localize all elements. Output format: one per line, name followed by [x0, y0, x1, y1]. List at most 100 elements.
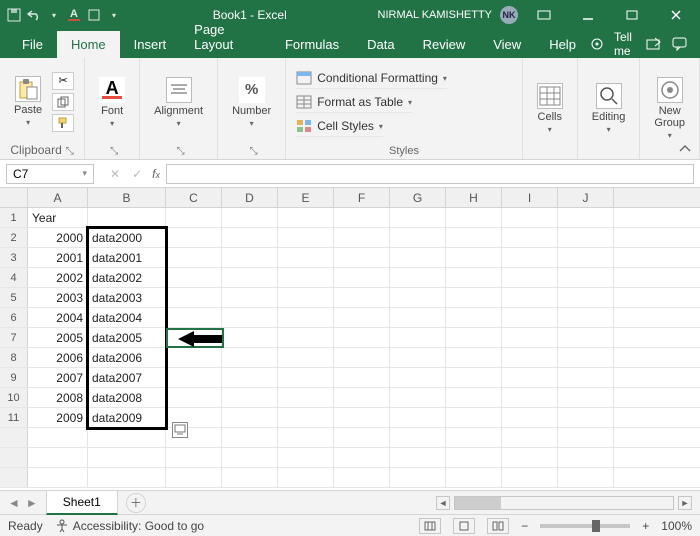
cell[interactable]: [166, 208, 222, 227]
view-page-break-icon[interactable]: [487, 518, 509, 534]
cell[interactable]: [558, 388, 614, 407]
cell[interactable]: [278, 388, 334, 407]
qat-more-icon[interactable]: ▾: [106, 7, 122, 23]
col-header-C[interactable]: C: [166, 188, 222, 207]
cell[interactable]: 2002: [28, 268, 88, 287]
cell[interactable]: [502, 308, 558, 327]
number-button[interactable]: % Number ▾: [228, 75, 275, 130]
cell[interactable]: [558, 308, 614, 327]
comments-icon[interactable]: [672, 37, 688, 51]
sheet-nav-prev-icon[interactable]: ◄: [8, 496, 20, 510]
tab-data[interactable]: Data: [353, 31, 408, 58]
view-normal-icon[interactable]: [419, 518, 441, 534]
cell[interactable]: [446, 248, 502, 267]
hscroll-thumb[interactable]: [455, 497, 501, 509]
cells-button[interactable]: Cells ▾: [533, 81, 567, 136]
maximize-icon[interactable]: [614, 5, 650, 25]
cell[interactable]: [278, 228, 334, 247]
alignment-launcher-icon[interactable]: ⤡: [177, 146, 185, 157]
ribbon-display-icon[interactable]: [526, 5, 562, 25]
cell[interactable]: [166, 328, 222, 347]
cell[interactable]: [88, 208, 166, 227]
cell[interactable]: [278, 408, 334, 427]
cell[interactable]: [222, 428, 278, 447]
cell[interactable]: 2003: [28, 288, 88, 307]
cell[interactable]: [334, 428, 390, 447]
cell[interactable]: [166, 308, 222, 327]
cell[interactable]: data2000: [88, 228, 166, 247]
zoom-slider[interactable]: [540, 524, 630, 528]
cell[interactable]: [88, 428, 166, 447]
add-sheet-icon[interactable]: ＋: [126, 493, 146, 513]
cell[interactable]: [502, 468, 558, 487]
cell[interactable]: 2004: [28, 308, 88, 327]
cell[interactable]: [278, 328, 334, 347]
cell[interactable]: [278, 308, 334, 327]
cell[interactable]: data2001: [88, 248, 166, 267]
tab-view[interactable]: View: [479, 31, 535, 58]
cell[interactable]: [558, 288, 614, 307]
cell[interactable]: [28, 448, 88, 467]
cell[interactable]: [390, 388, 446, 407]
cell[interactable]: [390, 448, 446, 467]
row-header[interactable]: 8: [0, 348, 28, 367]
cell[interactable]: data2008: [88, 388, 166, 407]
name-box-dropdown-icon[interactable]: ▾: [82, 168, 87, 179]
cell[interactable]: 2001: [28, 248, 88, 267]
borders-icon[interactable]: [86, 7, 102, 23]
cell[interactable]: [390, 428, 446, 447]
cell[interactable]: [502, 408, 558, 427]
cell[interactable]: [390, 408, 446, 427]
cell[interactable]: [390, 308, 446, 327]
row-header[interactable]: [0, 448, 28, 467]
row-header[interactable]: 4: [0, 268, 28, 287]
cell[interactable]: [166, 248, 222, 267]
cell[interactable]: [166, 288, 222, 307]
sheet-nav-next-icon[interactable]: ►: [26, 496, 38, 510]
cell[interactable]: [502, 268, 558, 287]
cell[interactable]: [502, 248, 558, 267]
cell[interactable]: [334, 368, 390, 387]
col-header-D[interactable]: D: [222, 188, 278, 207]
cell[interactable]: [334, 228, 390, 247]
row-header[interactable]: 6: [0, 308, 28, 327]
row-header[interactable]: 7: [0, 328, 28, 347]
cell[interactable]: [558, 468, 614, 487]
undo-icon[interactable]: [26, 7, 42, 23]
tab-home[interactable]: Home: [57, 31, 120, 58]
cell[interactable]: [222, 368, 278, 387]
cell[interactable]: [502, 328, 558, 347]
cell[interactable]: [334, 388, 390, 407]
tab-review[interactable]: Review: [409, 31, 480, 58]
cell[interactable]: [446, 368, 502, 387]
cell[interactable]: [166, 268, 222, 287]
cell[interactable]: [558, 448, 614, 467]
cell[interactable]: [222, 268, 278, 287]
cell[interactable]: [446, 388, 502, 407]
cell[interactable]: [502, 348, 558, 367]
cell[interactable]: [558, 328, 614, 347]
cell[interactable]: [502, 428, 558, 447]
minimize-icon[interactable]: [570, 5, 606, 25]
cell[interactable]: [334, 468, 390, 487]
format-painter-icon[interactable]: [52, 114, 74, 132]
cell[interactable]: [502, 288, 558, 307]
cell[interactable]: [166, 448, 222, 467]
name-box[interactable]: C7 ▾: [6, 164, 94, 184]
cell[interactable]: [222, 208, 278, 227]
cell[interactable]: [222, 348, 278, 367]
col-header-H[interactable]: H: [446, 188, 502, 207]
hscroll-left-icon[interactable]: ◄: [436, 496, 450, 510]
cell[interactable]: [558, 228, 614, 247]
conditional-formatting-button[interactable]: Conditional Formatting ▾: [296, 69, 447, 89]
tab-help[interactable]: Help: [535, 31, 590, 58]
cell[interactable]: [390, 228, 446, 247]
cell[interactable]: [390, 368, 446, 387]
cell[interactable]: data2004: [88, 308, 166, 327]
avatar[interactable]: NK: [500, 6, 518, 24]
cell[interactable]: [390, 288, 446, 307]
cut-icon[interactable]: ✂: [52, 72, 74, 90]
paste-button[interactable]: Paste ▾: [10, 74, 46, 129]
cell[interactable]: [390, 328, 446, 347]
cell[interactable]: [166, 368, 222, 387]
